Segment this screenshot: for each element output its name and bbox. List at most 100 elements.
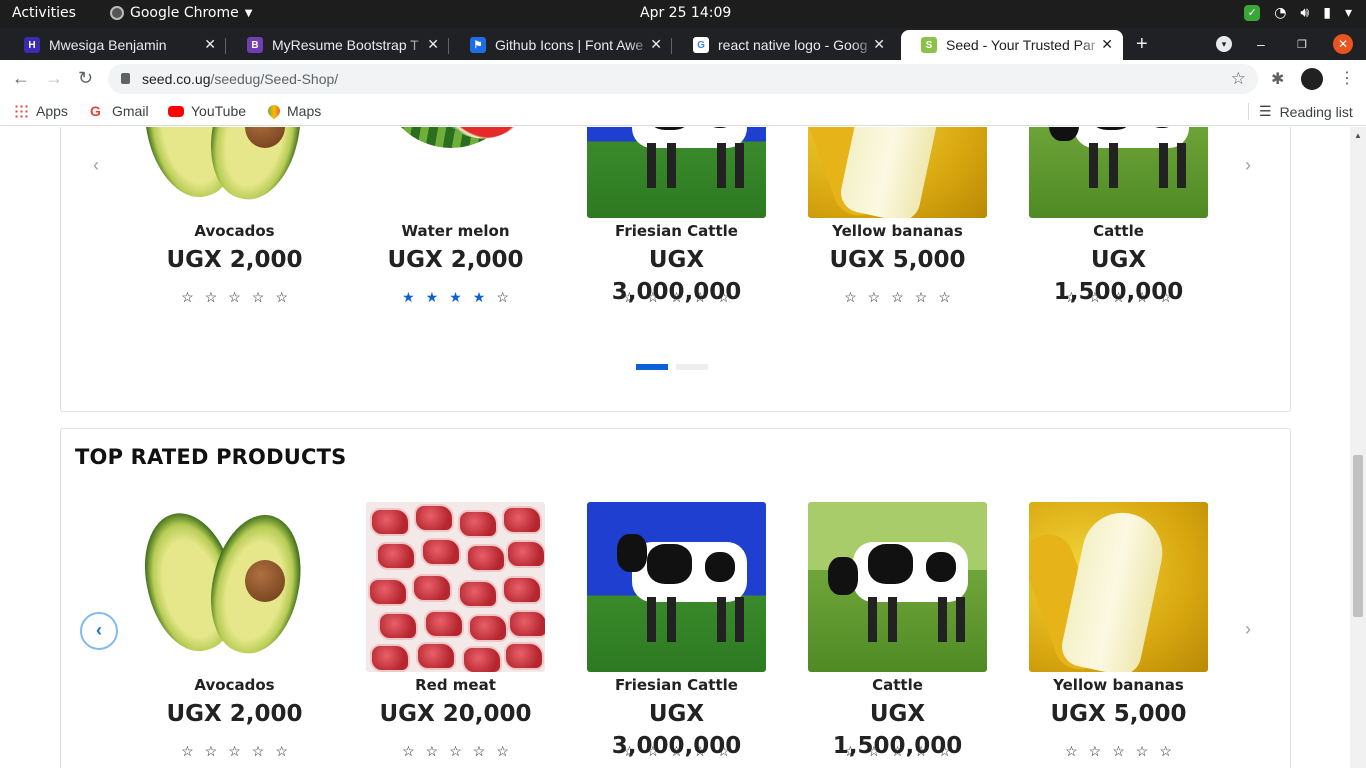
- activities-button[interactable]: Activities: [12, 5, 76, 21]
- close-tab-icon[interactable]: ✕: [204, 36, 216, 53]
- url-domain: seed.co.ug: [142, 71, 211, 87]
- extensions-puzzle-icon[interactable]: ✱: [1271, 69, 1284, 89]
- rating-stars[interactable]: ☆☆☆☆☆: [145, 743, 324, 760]
- product-image-bananas[interactable]: [808, 127, 987, 218]
- page-viewport: ‹ › Avocados UGX 2,000 ☆☆☆☆☆ Water melon…: [0, 127, 1350, 768]
- carousel-prev-button[interactable]: ‹: [80, 612, 118, 650]
- close-tab-icon[interactable]: ✕: [427, 36, 439, 53]
- volume-icon: 🔊︎: [1300, 5, 1310, 21]
- product-card[interactable]: Red meat UGX 20,000 ☆☆☆☆☆: [366, 502, 545, 760]
- bookmark-star-icon[interactable]: ☆: [1231, 64, 1246, 94]
- product-image-red-meat[interactable]: [366, 502, 545, 672]
- product-image-avocado[interactable]: [145, 127, 324, 218]
- update-shield-icon[interactable]: ✓: [1244, 5, 1261, 21]
- carousel-dot[interactable]: [676, 364, 708, 370]
- tab-react-native[interactable]: G react native logo - Goog ✕: [673, 30, 895, 60]
- carousel-dot-active[interactable]: [636, 364, 668, 370]
- tab-github-icons[interactable]: ⚑ Github Icons | Font Awe ✕: [450, 30, 672, 60]
- product-card[interactable]: Yellow bananas UGX 5,000 ☆☆☆☆☆: [1029, 502, 1208, 760]
- chevron-right-icon[interactable]: ›: [1245, 155, 1251, 176]
- product-name[interactable]: Avocados: [145, 675, 324, 697]
- product-price: UGX 20,000: [379, 701, 532, 727]
- product-card[interactable]: Friesian Cattle UGX 3,000,000 ☆☆☆☆☆: [587, 502, 766, 760]
- product-name[interactable]: Yellow bananas: [1029, 675, 1208, 697]
- close-tab-icon[interactable]: ✕: [1101, 36, 1113, 53]
- product-name[interactable]: Cattle: [1029, 221, 1208, 243]
- product-name[interactable]: Friesian Cattle: [587, 675, 766, 697]
- rating-stars[interactable]: ☆☆☆☆☆: [808, 289, 987, 306]
- reload-icon[interactable]: ↻: [78, 68, 93, 89]
- chevron-right-icon[interactable]: ›: [1245, 619, 1251, 640]
- maximize-icon[interactable]: ❐: [1297, 38, 1307, 51]
- product-image-cattle[interactable]: [1029, 127, 1208, 218]
- product-card[interactable]: Avocados UGX 2,000 ☆☆☆☆☆: [145, 502, 324, 760]
- bookmark-apps[interactable]: Apps: [14, 103, 68, 119]
- favicon-icon: ⚑: [470, 37, 486, 53]
- tab-mwesiga[interactable]: H Mwesiga Benjamin ✕: [4, 30, 226, 60]
- system-tray[interactable]: ✓ ◔ 🔊︎ ▮ ▾: [1244, 5, 1352, 21]
- product-card[interactable]: Water melon UGX 2,000 ★★★★☆: [366, 127, 545, 306]
- close-tab-icon[interactable]: ✕: [650, 36, 662, 53]
- product-price: UGX 3,000,000: [611, 701, 742, 759]
- rating-stars[interactable]: ☆☆☆☆☆: [145, 289, 324, 306]
- reading-list-label: Reading list: [1279, 103, 1353, 120]
- product-image-watermelon[interactable]: [366, 127, 545, 218]
- close-tab-icon[interactable]: ✕: [873, 36, 885, 53]
- bookmark-youtube[interactable]: YouTube: [168, 103, 246, 119]
- rating-stars[interactable]: ☆☆☆☆☆: [1029, 743, 1208, 760]
- new-tab-plus-icon[interactable]: +: [1136, 33, 1148, 56]
- caret-down-icon: ▼: [244, 7, 253, 19]
- product-price: UGX 2,000: [387, 247, 524, 273]
- bookmark-gmail[interactable]: G Gmail: [90, 103, 149, 119]
- window-close-icon[interactable]: ✕: [1333, 34, 1353, 54]
- product-image-bananas[interactable]: [1029, 502, 1208, 672]
- product-card[interactable]: Friesian Cattle UGX 3,000,000 ☆☆☆☆☆: [587, 127, 766, 306]
- product-card[interactable]: Cattle UGX 1,500,000 ☆☆☆☆☆: [1029, 127, 1208, 306]
- bookmark-label: Apps: [36, 103, 68, 119]
- tab-seed[interactable]: S Seed - Your Trusted Par ✕: [901, 30, 1123, 60]
- apps-grid-icon: [14, 103, 29, 119]
- browser-toolbar: ← → ↻ seed.co.ug/seedug/Seed-Shop/ ☆: [0, 60, 1366, 98]
- product-name[interactable]: Yellow bananas: [808, 221, 987, 243]
- rating-stars[interactable]: ★★★★☆: [366, 289, 545, 306]
- product-price: UGX 2,000: [166, 247, 303, 273]
- back-icon[interactable]: ←: [12, 68, 30, 89]
- product-card[interactable]: Cattle UGX 1,500,000 ☆☆☆☆☆: [808, 502, 987, 760]
- bookmark-label: Gmail: [112, 103, 149, 119]
- tab-separator: [225, 38, 226, 54]
- bookmark-maps[interactable]: Maps: [265, 102, 321, 120]
- tab-title: Github Icons | Font Awe: [495, 37, 644, 53]
- menu-kebab-icon[interactable]: ⋮: [1339, 68, 1355, 88]
- app-menu[interactable]: Google Chrome ▼: [110, 5, 252, 21]
- page-scrollbar[interactable]: ▲: [1350, 127, 1366, 768]
- tab-myresume[interactable]: B MyResume Bootstrap T ✕: [227, 30, 449, 60]
- product-image-friesian-cattle[interactable]: [587, 502, 766, 672]
- favicon-icon: H: [24, 37, 40, 53]
- product-name[interactable]: Avocados: [145, 221, 324, 243]
- scroll-up-arrow-icon[interactable]: ▲: [1354, 131, 1362, 140]
- product-image-friesian-cattle[interactable]: [587, 127, 766, 218]
- tab-separator: [671, 38, 672, 54]
- product-name[interactable]: Water melon: [366, 221, 545, 243]
- product-name[interactable]: Friesian Cattle: [587, 221, 766, 243]
- product-name[interactable]: Cattle: [808, 675, 987, 697]
- clock[interactable]: Apr 25 14:09: [640, 5, 731, 21]
- chevron-left-icon[interactable]: ‹: [93, 155, 99, 176]
- top-rated-products-card: TOP RATED PRODUCTS ‹ › Avocados UGX 2,00…: [60, 428, 1291, 768]
- profile-avatar[interactable]: [1301, 68, 1323, 90]
- product-card[interactable]: Avocados UGX 2,000 ☆☆☆☆☆: [145, 127, 324, 306]
- minimize-icon[interactable]: –: [1257, 36, 1265, 52]
- product-image-avocado[interactable]: [145, 502, 324, 672]
- address-bar[interactable]: seed.co.ug/seedug/Seed-Shop/ ☆: [108, 64, 1258, 94]
- tab-strip: H Mwesiga Benjamin ✕ B MyResume Bootstra…: [0, 28, 1366, 60]
- rating-stars[interactable]: ☆☆☆☆☆: [366, 743, 545, 760]
- bookmarks-bar: Apps G Gmail YouTube Maps ☰ Reading list: [0, 98, 1366, 126]
- scrollbar-thumb[interactable]: [1353, 455, 1363, 617]
- product-image-cattle[interactable]: [808, 502, 987, 672]
- forward-icon[interactable]: →: [45, 68, 63, 89]
- product-name[interactable]: Red meat: [366, 675, 545, 697]
- product-card[interactable]: Yellow bananas UGX 5,000 ☆☆☆☆☆: [808, 127, 987, 306]
- tab-search-icon[interactable]: ▾: [1216, 36, 1232, 52]
- lock-icon: [121, 73, 130, 84]
- reading-list-button[interactable]: ☰ Reading list: [1248, 103, 1353, 120]
